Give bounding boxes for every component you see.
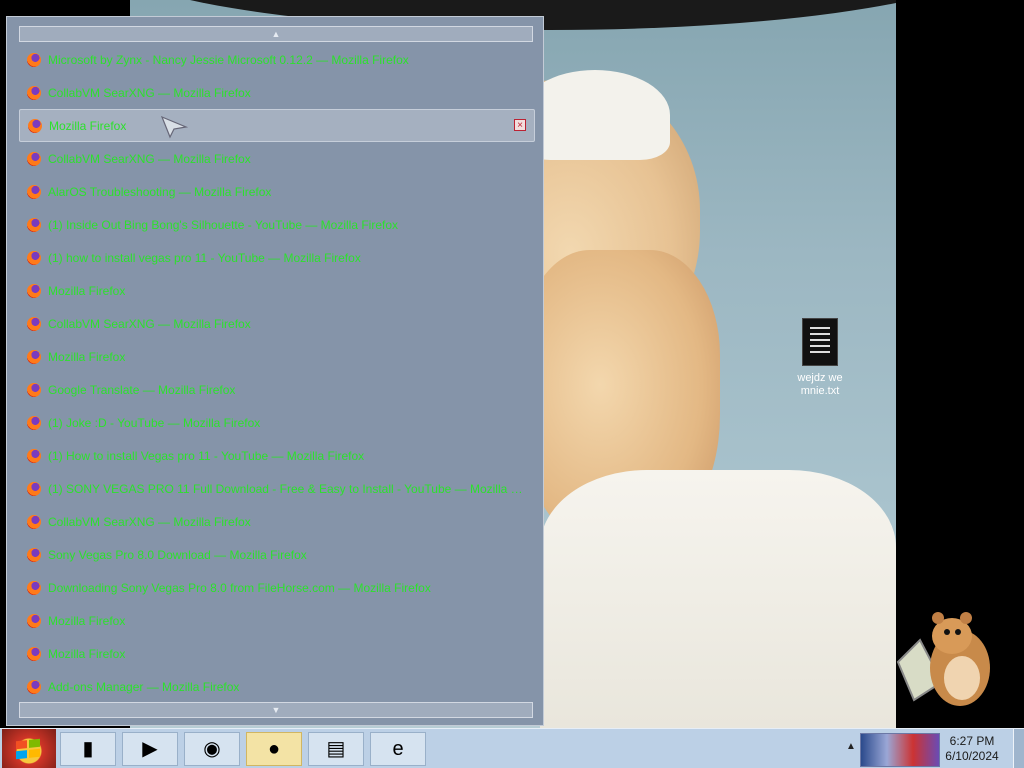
firefox-icon [27,349,41,364]
window-title: Add-ons Manager — Mozilla Firefox [48,679,240,694]
windows-logo-icon [16,738,40,760]
firefox-icon [27,52,41,67]
window-list-item[interactable]: (1) Joke :D - YouTube — Mozilla Firefox [19,406,535,439]
firefox-icon [28,118,42,133]
window-list-item[interactable]: (1) Inside Out Bing Bong's Silhouette - … [19,208,535,241]
window-list-item[interactable]: Mozilla Firefox [19,637,535,670]
window-title: (1) Inside Out Bing Bong's Silhouette - … [48,217,399,232]
window-title: Downloading Sony Vegas Pro 8.0 from File… [48,580,431,595]
window-title: Mozilla Firefox [48,349,126,364]
window-list-item[interactable]: Sony Vegas Pro 8.0 Download — Mozilla Fi… [19,538,535,571]
firefox-icon [27,151,41,166]
window-title: CollabVM SearXNG — Mozilla Firefox [48,514,251,529]
taskbar: ▮ ▶ ◉ ● ▤ e ▲ 6:27 PM 6/10/2024 [0,728,1024,768]
window-list-item[interactable]: Microsoft by Zynx - Nancy Jessie Microso… [19,43,535,76]
clock-time: 6:27 PM [949,734,995,748]
firefox-icon [27,448,41,463]
internet-explorer-icon: e [392,738,404,760]
window-list-item[interactable]: Mozilla Firefox × [19,109,535,142]
window-title: (1) SONY VEGAS PRO 11 Full Download - Fr… [48,481,528,496]
window-title: (1) Joke :D - YouTube — Mozilla Firefox [48,415,261,430]
window-list-item[interactable]: (1) SONY VEGAS PRO 11 Full Download - Fr… [19,472,535,505]
window-title: CollabVM SearXNG — Mozilla Firefox [48,316,251,331]
desktop-icon-wejdz-we-mnie[interactable]: wejdz we mnie.txt [790,318,850,398]
window-title: CollabVM SearXNG — Mozilla Firefox [48,85,251,100]
window-title: Mozilla Firefox [48,283,126,298]
start-button[interactable] [2,729,56,768]
firefox-icon [27,85,41,100]
globe-app-button[interactable]: ◉ [184,732,240,766]
show-hidden-icons-icon[interactable]: ▲ [846,741,856,752]
scroll-down-arrow-icon: ▼ [271,705,281,715]
window-title: (1) How to install Vegas pro 11 - YouTub… [48,448,365,463]
hamster-desktop-pet-icon [896,612,990,706]
clock[interactable]: 6:27 PM 6/10/2024 [942,734,1002,764]
text-file-icon [802,318,838,366]
clock-date: 6/10/2024 [945,749,999,763]
window-title: AlarOS Troubleshooting — Mozilla Firefox [48,184,272,199]
media-player-button[interactable]: ▶ [122,732,178,766]
firefox-icon [27,217,41,232]
window-title: (1) how to install vegas pro 11 - YouTub… [48,250,361,265]
firefox-icon [27,316,41,331]
firefox-button[interactable]: ● [246,732,302,766]
window-list-item[interactable]: CollabVM SearXNG — Mozilla Firefox [19,76,535,109]
window-list-item[interactable]: Add-ons Manager — Mozilla Firefox [19,670,535,703]
window-list-item[interactable]: Mozilla Firefox [19,274,535,307]
firefox-window-list: ▲ Microsoft by Zynx - Nancy Jessie Micro… [6,16,544,726]
tray-app-icon[interactable] [860,733,940,767]
mouse-cursor-icon [160,115,189,139]
window-list-item[interactable]: CollabVM SearXNG — Mozilla Firefox [19,142,535,175]
firefox-icon [27,646,41,661]
window-list-item[interactable]: (1) How to install Vegas pro 11 - YouTub… [19,439,535,472]
desktop-icon-label-line1: wejdz we [797,372,843,384]
window-list-item[interactable]: Downloading Sony Vegas Pro 8.0 from File… [19,571,535,604]
window-title: Mozilla Firefox [48,613,126,628]
firefox-icon [27,283,41,298]
window-list-item[interactable]: CollabVM SearXNG — Mozilla Firefox [19,505,535,538]
cmd-window-button[interactable]: ▮ [60,732,116,766]
cmd-window-icon: ▮ [82,738,94,760]
show-desktop-button[interactable] [1013,729,1024,768]
firefox-icon [27,250,41,265]
window-list-item[interactable]: Mozilla Firefox [19,340,535,373]
window-list-item[interactable]: Google Translate — Mozilla Firefox [19,373,535,406]
window-title: Sony Vegas Pro 8.0 Download — Mozilla Fi… [48,547,307,562]
window-title: CollabVM SearXNG — Mozilla Firefox [48,151,251,166]
scroll-up-button[interactable]: ▲ [19,26,533,42]
firefox-icon [27,514,41,529]
system-tray: ▲ 6:27 PM 6/10/2024 [838,729,1024,768]
firefox-icon [27,415,41,430]
firefox-icon [27,580,41,595]
explorer-button[interactable]: ▤ [308,732,364,766]
scroll-up-arrow-icon: ▲ [271,29,281,39]
firefox-icon [27,547,41,562]
explorer-icon: ▤ [326,738,346,760]
firefox-icon [27,679,41,694]
window-list-item[interactable]: CollabVM SearXNG — Mozilla Firefox [19,307,535,340]
globe-app-icon: ◉ [203,738,221,760]
window-title: Mozilla Firefox [48,646,126,661]
firefox-icon [27,481,41,496]
window-list-item[interactable]: (1) how to install vegas pro 11 - YouTub… [19,241,535,274]
window-title: Microsoft by Zynx - Nancy Jessie Microso… [48,52,409,67]
firefox-icon: ● [267,738,281,760]
wallpaper-portrait-robe [540,470,896,728]
internet-explorer-button[interactable]: e [370,732,426,766]
window-title: Google Translate — Mozilla Firefox [48,382,236,397]
window-list: Microsoft by Zynx - Nancy Jessie Microso… [19,43,535,703]
firefox-icon [27,382,41,397]
window-title: Mozilla Firefox [49,118,127,133]
close-window-icon[interactable]: × [514,119,526,131]
media-player-icon: ▶ [142,738,158,760]
firefox-icon [27,613,41,628]
window-list-item[interactable]: AlarOS Troubleshooting — Mozilla Firefox [19,175,535,208]
scroll-down-button[interactable]: ▼ [19,702,533,718]
desktop-icon-label-line2: mnie.txt [800,385,840,397]
firefox-icon [27,184,41,199]
window-list-item[interactable]: Mozilla Firefox [19,604,535,637]
